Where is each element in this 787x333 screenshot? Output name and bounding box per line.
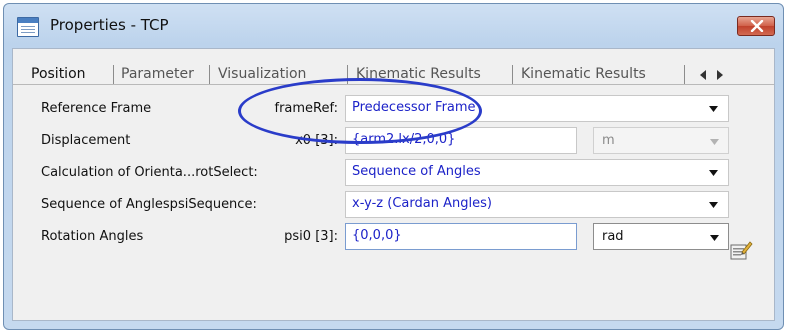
properties-window-icon [17,17,39,37]
close-icon [750,20,764,32]
dropdown-arrow-icon [709,170,718,176]
dropdown-arrow-icon [709,202,718,208]
rotation-unit: rad [602,229,624,244]
properties-editor-icon[interactable] [729,240,753,262]
row-rotation-select: Calculation of Orienta...rotSelect: Sequ… [13,157,774,189]
tab-visualization[interactable]: Visualization [218,65,306,84]
displacement-unit: m [602,133,615,148]
tab-separator [209,65,210,84]
tab-separator [512,65,513,84]
tab-position[interactable]: Position [31,65,86,84]
rotation-unit-dropdown[interactable]: rad [593,223,729,250]
row-psi-sequence: Sequence of AnglespsiSequence: x-y-z (Ca… [13,189,774,221]
label-reference-frame: Reference Frame [41,101,152,116]
triangle-right-icon[interactable] [716,70,724,80]
properties-window: Properties - TCP Position Parameter Visu… [3,3,784,330]
row-rotation-angles: Rotation Angles psi0 [3]: {0,0,0} rad [13,221,774,253]
tab-kinematic-results-2[interactable]: Kinematic Results [521,65,646,84]
label-displacement: Displacement [41,133,131,148]
psi-sequence-value: x-y-z (Cardan Angles) [352,196,492,211]
displacement-unit-dropdown: m [593,127,729,154]
close-button[interactable] [737,16,775,36]
rot-select-dropdown[interactable]: Sequence of Angles [345,159,729,186]
title-bar[interactable]: Properties - TCP [4,4,783,48]
dropdown-arrow-icon [710,139,719,145]
label-rotation-select: Calculation of Orienta...rotSelect: [41,165,258,180]
psi-sequence-dropdown[interactable]: x-y-z (Cardan Angles) [345,191,729,218]
param-psi0: psi0 [3]: [284,229,338,244]
tab-separator [684,65,685,84]
triangle-left-icon[interactable] [699,70,707,80]
rot-select-value: Sequence of Angles [352,164,481,179]
tab-parameter[interactable]: Parameter [121,65,194,84]
dropdown-arrow-icon [709,106,718,112]
tab-separator [113,65,114,84]
label-rotation-angles: Rotation Angles [41,229,144,244]
highlight-ellipse [238,78,482,144]
window-title: Properties - TCP [50,16,169,34]
rotation-angles-value: {0,0,0} [352,228,402,243]
rotation-angles-input[interactable]: {0,0,0} [345,223,577,250]
dropdown-arrow-icon [710,235,719,241]
label-psi-sequence: Sequence of AnglespsiSequence: [41,197,257,212]
